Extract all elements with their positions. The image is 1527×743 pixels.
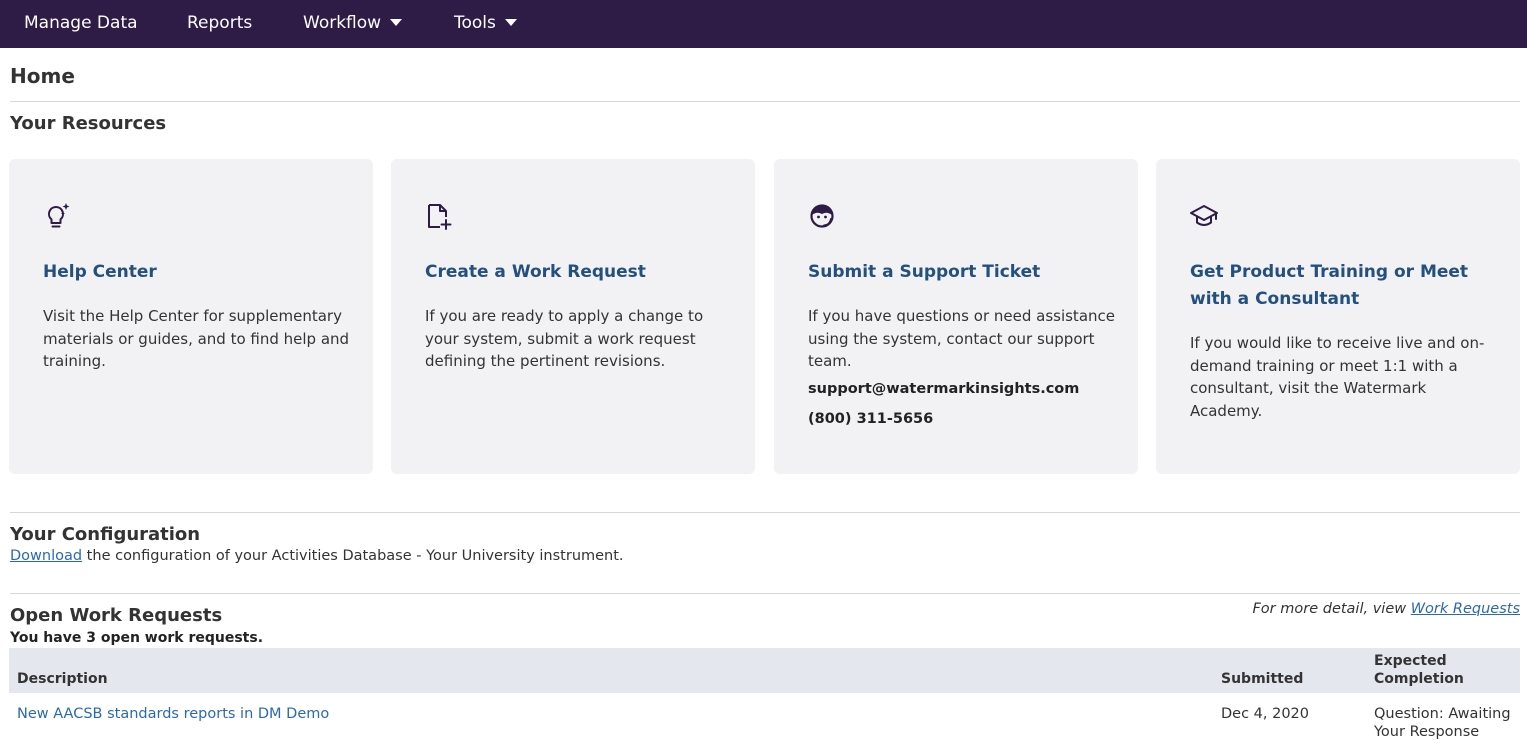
resource-card-product-training: Get Product Training or Meet with a Cons… [1156,159,1520,474]
submit-support-ticket-link[interactable]: Submit a Support Ticket [808,259,1108,286]
nav-tools-dropdown[interactable]: Tools [454,0,517,48]
detail-prefix: For more detail, view [1252,601,1411,617]
lightbulb-icon [47,203,70,228]
support-phone: (800) 311-5656 [808,411,934,427]
work-requests-table-header: Description Submitted Expected Completio… [9,648,1520,693]
help-center-link[interactable]: Help Center [43,259,343,286]
divider [10,512,1520,513]
card-description: If you are ready to apply a change to yo… [425,307,704,370]
card-description: If you have questions or need assistance… [808,307,1115,370]
work-request-expected-completion: Question: Awaiting Your Response [1374,706,1511,740]
divider [10,101,1520,102]
nav-reports[interactable]: Reports [187,0,252,48]
configuration-text: Download the configuration of your Activ… [10,548,624,564]
top-navbar: Manage Data Reports Workflow Tools [0,0,1527,48]
chevron-down-icon [390,19,403,26]
chevron-down-icon [504,19,517,26]
card-description: Visit the Help Center for supplementary … [43,307,350,370]
work-requests-detail: For more detail, view Work Requests [1252,601,1520,617]
nav-tools-label: Tools [454,13,496,33]
resources-heading: Your Resources [10,113,167,134]
nav-reports-label: Reports [187,13,253,33]
graduation-cap-icon [1190,205,1218,226]
work-requests-link[interactable]: Work Requests [1411,601,1520,617]
resource-card-help-center: Help Center Visit the Help Center for su… [9,159,373,474]
configuration-heading: Your Configuration [10,524,201,545]
nav-workflow-dropdown[interactable]: Workflow [303,0,403,48]
configuration-description: the configuration of your Activities Dat… [82,548,624,564]
work-request-description-link[interactable]: New AACSB standards reports in DM Demo [17,705,329,723]
page-title: Home [10,64,75,88]
nav-manage-data-label: Manage Data [24,13,138,33]
create-work-request-link[interactable]: Create a Work Request [425,259,725,286]
nav-manage-data[interactable]: Manage Data [24,0,138,48]
support-email: support@watermarkinsights.com [808,381,1080,397]
column-header-description[interactable]: Description [17,670,108,688]
open-work-requests-count: You have 3 open work requests. [10,630,264,646]
nav-workflow-label: Workflow [303,13,382,33]
download-configuration-link[interactable]: Download [10,548,82,564]
resource-card-create-work-request: Create a Work Request If you are ready t… [391,159,755,474]
product-training-link[interactable]: Get Product Training or Meet with a Cons… [1190,259,1490,313]
column-header-submitted[interactable]: Submitted [1221,670,1303,688]
resource-card-support-ticket: Submit a Support Ticket If you have ques… [774,159,1138,474]
card-description: If you would like to receive live and on… [1190,334,1485,420]
open-work-requests-heading: Open Work Requests [10,605,223,626]
column-header-expected-completion[interactable]: Expected Completion [1374,652,1484,688]
support-agent-icon [810,204,834,228]
document-add-icon [428,204,452,230]
work-request-submitted-date: Dec 4, 2020 [1221,706,1310,722]
divider [10,593,1520,594]
